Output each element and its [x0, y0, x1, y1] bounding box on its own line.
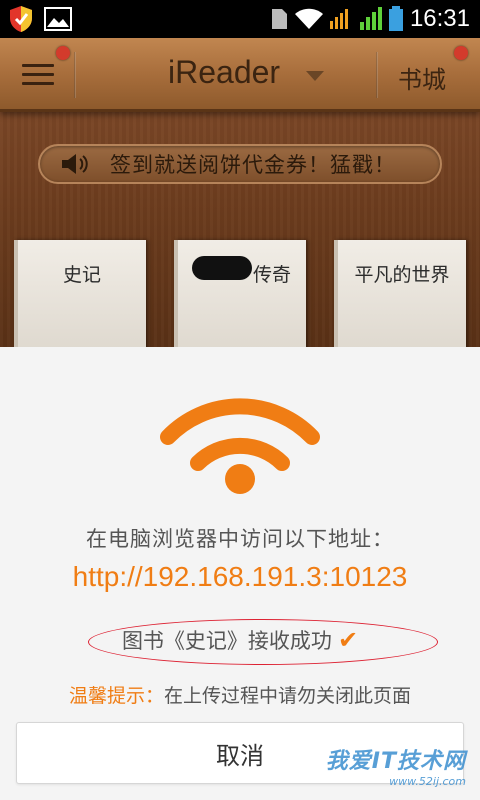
app-title[interactable]: iReader — [168, 54, 280, 91]
book-cover[interactable]: 平凡的世界 — [334, 240, 466, 347]
signal-strength-icon — [359, 7, 382, 31]
menu-bar-icon — [22, 73, 54, 76]
chevron-down-icon[interactable] — [306, 71, 324, 81]
instruction-text: 在电脑浏览器中访问以下地址： — [86, 527, 394, 551]
promo-text: 签到就送阅饼代金券！猛戳！ — [110, 153, 396, 177]
tip-text: 在上传过程中请勿关闭此页面 — [164, 685, 412, 707]
wifi-signal-icon — [294, 8, 324, 30]
book-title: 传奇 — [252, 264, 291, 286]
status-bar: 16:31 — [0, 0, 480, 38]
book-title: 史记 — [62, 264, 101, 286]
divider — [74, 52, 76, 98]
divider — [376, 52, 378, 98]
sd-card-icon — [270, 8, 288, 30]
book-cover[interactable]: 传奇 — [174, 240, 306, 347]
security-shield-icon — [8, 5, 34, 33]
cancel-button[interactable]: 取消 — [16, 722, 464, 784]
tip: 温馨提示：在上传过程中请勿关闭此页面 — [0, 681, 480, 708]
menu-bar-icon — [22, 82, 54, 85]
speaker-icon — [60, 153, 90, 175]
wifi-icon — [160, 395, 320, 499]
menu-bar-icon — [22, 64, 54, 67]
book-cover[interactable]: 史记 — [14, 240, 146, 347]
bookstore-button[interactable]: 书城 — [398, 60, 446, 95]
image-notification-icon — [44, 7, 72, 31]
notification-dot — [454, 46, 468, 60]
book-title: 平凡的世界 — [354, 264, 450, 286]
cancel-label: 取消 — [216, 741, 264, 770]
tip-label: 温馨提示： — [68, 685, 164, 707]
battery-icon — [388, 6, 404, 32]
wifi-transfer-dialog: 在电脑浏览器中访问以下地址： http://192.168.191.3:1012… — [0, 347, 480, 800]
top-bar: iReader 书城 — [0, 38, 480, 112]
clock: 16:31 — [409, 5, 470, 32]
ireader-app: iReader 书城 签到就送阅饼代金券！猛戳！ 史记 传奇 平凡的世界 — [0, 38, 480, 347]
network-3g-icon — [329, 7, 354, 31]
notification-dot — [56, 46, 70, 60]
transfer-url: http://192.168.191.3:10123 — [72, 561, 408, 592]
promo-banner[interactable]: 签到就送阅饼代金券！猛戳！ — [38, 144, 442, 184]
highlight-annotation — [88, 619, 438, 665]
menu-button[interactable] — [18, 58, 58, 94]
